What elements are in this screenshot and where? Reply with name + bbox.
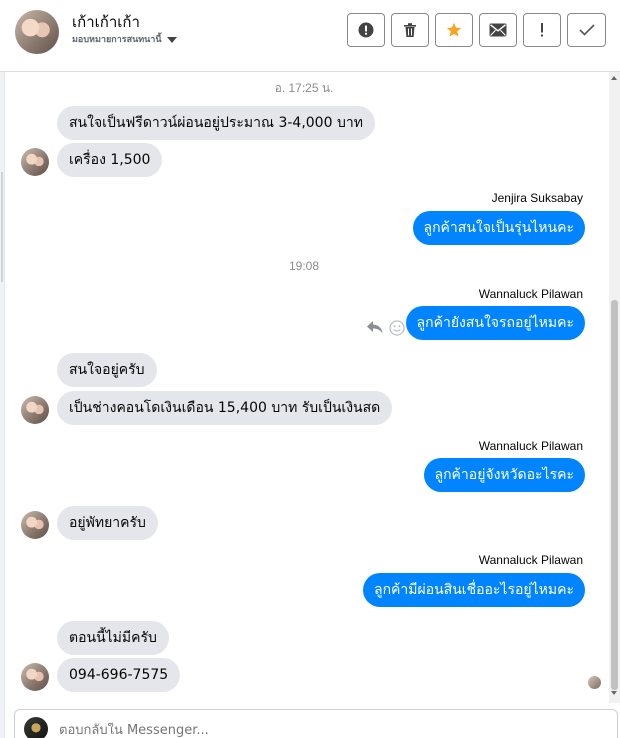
sender-name: Wannaluck Pilawan bbox=[478, 439, 583, 453]
contact-message-avatar bbox=[21, 663, 49, 691]
sender-name: Wannaluck Pilawan bbox=[478, 287, 583, 301]
sender-name: Wannaluck Pilawan bbox=[478, 553, 583, 567]
outgoing-message[interactable]: ลูกค้าสนใจเป็นรุ่นไหนคะ bbox=[412, 211, 585, 245]
message-composer[interactable] bbox=[14, 709, 618, 738]
incoming-message[interactable]: อยู่พัทยาครับ bbox=[57, 506, 158, 540]
mark-unread-button[interactable] bbox=[479, 13, 517, 47]
contact-name[interactable]: เก้าเก้าเก้า bbox=[72, 10, 140, 34]
react-smiley-icon[interactable] bbox=[389, 320, 405, 336]
star-icon bbox=[446, 22, 462, 37]
caret-down-icon bbox=[166, 36, 177, 43]
envelope-icon bbox=[489, 23, 507, 37]
assign-conversation-dropdown[interactable]: มอบหมายการสนทนานี้ bbox=[72, 32, 177, 46]
assign-conversation-label: มอบหมายการสนทนานี้ bbox=[72, 35, 162, 45]
trash-icon bbox=[404, 23, 416, 37]
contact-avatar[interactable] bbox=[15, 10, 59, 54]
outgoing-message[interactable]: ลูกค้ายังสนใจรถอยู่ไหมคะ bbox=[405, 306, 585, 340]
incoming-message[interactable]: 094-696-7575 bbox=[57, 658, 181, 692]
conversation-header: เก้าเก้าเก้า มอบหมายการสนทนานี้ bbox=[0, 0, 620, 72]
mark-done-button[interactable] bbox=[567, 13, 606, 47]
reply-input[interactable] bbox=[59, 723, 559, 738]
incoming-message[interactable]: สนใจอยู่ครับ bbox=[57, 353, 157, 387]
follow-up-button[interactable] bbox=[523, 13, 561, 47]
sender-name: Jenjira Suksabay bbox=[491, 191, 583, 205]
outgoing-message[interactable]: ลูกค้าอยู่จังหวัดอะไรคะ bbox=[423, 458, 585, 492]
reply-icon[interactable] bbox=[366, 319, 384, 335]
mark-spam-button[interactable] bbox=[347, 13, 385, 47]
left-panel-edge bbox=[0, 72, 5, 738]
contact-message-avatar bbox=[21, 396, 49, 424]
scroll-thumb[interactable] bbox=[611, 300, 618, 690]
incoming-message[interactable]: เครื่อง 1,500 bbox=[57, 143, 163, 177]
timestamp: อ. 17:25 น. bbox=[274, 81, 334, 95]
page-avatar bbox=[24, 717, 48, 738]
check-icon bbox=[578, 24, 595, 36]
exclamation-icon bbox=[541, 23, 543, 37]
contact-message-avatar bbox=[21, 511, 49, 539]
scroll-down-arrow-icon[interactable] bbox=[611, 691, 617, 695]
incoming-message[interactable]: สนใจเป็นฟรีดาวน์ผ่อนอยู่ประมาณ 3-4,000 บ… bbox=[57, 106, 375, 140]
contact-message-avatar bbox=[21, 148, 49, 176]
conversation-toolbar bbox=[347, 13, 606, 47]
seen-receipt-avatar bbox=[588, 676, 601, 689]
incoming-message[interactable]: ตอนนี้ไม่มีครับ bbox=[57, 621, 169, 655]
outgoing-message[interactable]: ลูกค้ามีผ่อนสินเชื่ออะไรอยู่ไหมคะ bbox=[363, 573, 585, 607]
scroll-up-arrow-icon[interactable] bbox=[611, 76, 617, 80]
incoming-message[interactable]: เป็นช่างคอนโดเงินเดือน 15,400 บาท รับเป็… bbox=[57, 391, 393, 425]
delete-button[interactable] bbox=[391, 13, 429, 47]
timestamp: 19:08 bbox=[288, 259, 320, 273]
alert-circle-icon bbox=[358, 22, 374, 38]
message-scrollbar[interactable] bbox=[609, 72, 620, 703]
star-button[interactable] bbox=[435, 13, 473, 47]
